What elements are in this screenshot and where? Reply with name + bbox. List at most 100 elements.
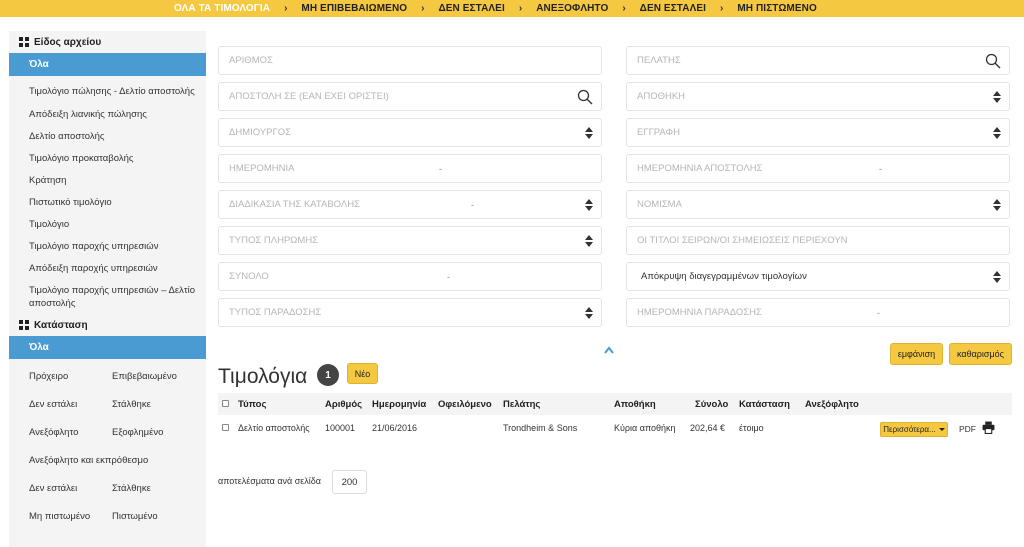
ship-date-range-field[interactable]: ΗΜΕΡΟΜΗΝΙΑ ΑΠΟΣΤΟΛΗΣ - (626, 154, 1010, 183)
row-checkbox[interactable] (222, 424, 229, 431)
search-icon[interactable] (985, 53, 1001, 69)
total-range-placeholder: ΣΥΝΟΛΟ (229, 271, 269, 282)
cell-type: Δελτίο αποστολής (238, 423, 310, 433)
number-input-placeholder: ΑΡΙΘΜΟΣ (229, 55, 273, 66)
page-title: Τιμολόγια (218, 365, 308, 388)
ship-to-input[interactable]: ΑΠΟΣΤΟΛΗ ΣΕ (ΕΑΝ ΕΧΕΙ ΟΡΙΣΤΕΙ) (218, 82, 602, 111)
status-unpaid[interactable]: Ανεξόφλητο (9, 418, 112, 446)
sort-arrows-icon (585, 199, 593, 211)
delivery-date-placeholder: ΗΜΕΡΟΜΗΝΙΑ ΠΑΡΑΔΟΣΗΣ (637, 307, 762, 318)
doc-type-item[interactable]: Τιμολόγιο πώλησης - Δελτίο αποστολής (9, 85, 206, 98)
hide-deleted-select[interactable]: Απόκρυψη διαγεγραμμένων τιμολογίων (626, 262, 1010, 291)
doc-type-all[interactable]: Όλα (9, 53, 206, 76)
col-date[interactable]: Ημερομηνία (372, 399, 426, 410)
ship-date-placeholder: ΗΜΕΡΟΜΗΝΙΑ ΑΠΟΣΤΟΛΗΣ (637, 163, 763, 174)
warehouse-select-placeholder: ΑΠΟΘΗΚΗ (637, 91, 686, 102)
doc-type-item[interactable]: Απόδειξη παροχής υπηρεσιών (9, 262, 206, 275)
number-input[interactable]: ΑΡΙΘΜΟΣ (218, 46, 602, 75)
more-actions-button[interactable]: Περισσότερα... (880, 422, 948, 437)
doc-type-item[interactable]: Τιμολόγιο (9, 218, 206, 231)
status-sent-2[interactable]: Στάλθηκε (112, 474, 206, 502)
doc-type-item[interactable]: Τιμολόγιο προκαταβολής (9, 152, 206, 165)
customer-input[interactable]: ΠΕΛΑΤΗΣ (626, 46, 1010, 75)
sort-arrows-icon (585, 235, 593, 247)
currency-select-placeholder: ΝΟΜΙΣΜΑ (637, 199, 682, 210)
nav-unpaid[interactable]: ΑΝΕΞΟΦΛΗΤΟ (536, 3, 608, 14)
range-separator: - (439, 163, 442, 174)
cell-warehouse: Κύρια αποθήκη (614, 423, 676, 433)
nav-separator: › (284, 3, 288, 14)
ship-to-input-placeholder: ΑΠΟΣΤΟΛΗ ΣΕ (ΕΑΝ ΕΧΕΙ ΟΡΙΣΤΕΙ) (229, 91, 389, 102)
nav-all-invoices[interactable]: ΟΛΑ ΤΑ ΤΙΜΟΛΟΓΙΑ (174, 3, 270, 14)
nav-not-sent-2[interactable]: ΔΕΝ ΕΣΤΑΛΕΙ (640, 3, 706, 14)
sort-arrows-icon (993, 199, 1001, 211)
status-not-credited[interactable]: Μη πιστωμένο (9, 502, 112, 530)
grid-icon (19, 320, 29, 330)
range-separator: - (879, 163, 882, 174)
caret-down-icon (938, 428, 945, 431)
status-not-sent[interactable]: Δεν εστάλει (9, 390, 112, 418)
doc-type-list: Τιμολόγιο πώλησης - Δελτίο αποστολής Από… (9, 85, 206, 310)
count-badge: 1 (317, 364, 339, 386)
per-page-select[interactable]: 200 (332, 470, 367, 494)
doc-type-item[interactable]: Τιμολόγιο παροχής υπηρεσιών (9, 240, 206, 253)
status-unpaid-overdue[interactable]: Ανεξόφλητο και εκπρόθεσμο (9, 446, 206, 474)
nav-separator: › (720, 3, 724, 14)
doc-type-item[interactable]: Τιμολόγιο παροχής υπηρεσιών – Δελτίο απο… (9, 284, 206, 310)
payment-type-select[interactable]: ΤΥΠΟΣ ΠΛΗΡΩΜΗΣ (218, 226, 602, 255)
status-confirmed[interactable]: Επιβεβαιωμένο (112, 362, 206, 390)
nav-unconfirmed[interactable]: ΜΗ ΕΠΙΒΕΒΑΙΩΜΕΝΟ (301, 3, 407, 14)
col-warehouse[interactable]: Αποθήκη (614, 399, 656, 410)
show-button[interactable]: εμφάνιση (890, 343, 943, 365)
delivery-date-range-field[interactable]: ΗΜΕΡΟΜΗΝΙΑ ΠΑΡΑΔΟΣΗΣ - (626, 298, 1010, 327)
chevron-up-icon[interactable] (604, 346, 614, 354)
col-type[interactable]: Τύπος (238, 399, 266, 410)
creator-select-placeholder: ΔΗΜΙΟΥΡΓΟΣ (229, 127, 292, 138)
sort-arrows-icon (585, 127, 593, 139)
clear-button[interactable]: καθαρισμός (949, 343, 1012, 365)
table-row[interactable]: Δελτίο αποστολής 100001 21/06/2016 Trond… (218, 417, 1012, 441)
col-unpaid[interactable]: Ανεξόφλητο (805, 399, 859, 410)
nav-not-credited[interactable]: ΜΗ ΠΙΣΤΩΜΕΝΟ (737, 3, 816, 14)
col-customer[interactable]: Πελάτης (503, 399, 540, 410)
creator-select[interactable]: ΔΗΜΙΟΥΡΓΟΣ (218, 118, 602, 147)
range-separator: - (447, 271, 450, 282)
nav-not-sent[interactable]: ΔΕΝ ΕΣΤΑΛΕΙ (439, 3, 505, 14)
total-range-field[interactable]: ΣΥΝΟΛΟ - (218, 262, 602, 291)
col-owed[interactable]: Οφειλόμενο (438, 399, 492, 410)
table-header: Τύπος Αριθμός Ημερομηνία Οφειλόμενο Πελά… (218, 393, 1012, 415)
delivery-type-placeholder: ΤΥΠΟΣ ΠΑΡΑΔΟΣΗΣ (229, 307, 322, 318)
col-status[interactable]: Κατάσταση (739, 399, 790, 410)
doc-type-item[interactable]: Κράτηση (9, 174, 206, 187)
record-select[interactable]: ΕΓΓΡΑΦΗ (626, 118, 1010, 147)
status-draft[interactable]: Πρόχειρο (9, 362, 112, 390)
new-invoice-button[interactable]: Νέο (347, 363, 378, 384)
status-not-sent-2[interactable]: Δεν εστάλει (9, 474, 112, 502)
titles-notes-input[interactable]: ΟΙ ΤΙΤΛΟΙ ΣΕΙΡΩΝ/ΟΙ ΣΗΜΕΙΩΣΕΙΣ ΠΕΡΙΕΧΟΥΝ (626, 226, 1010, 255)
range-separator: - (877, 307, 880, 318)
status-all[interactable]: Όλα (9, 336, 206, 359)
doc-type-heading: Είδος αρχείου (9, 31, 206, 53)
doc-type-item[interactable]: Πιστωτικό τιμολόγιο (9, 196, 206, 209)
print-icon[interactable] (982, 421, 995, 434)
titles-notes-placeholder: ΟΙ ΤΙΤΛΟΙ ΣΕΙΡΩΝ/ΟΙ ΣΗΜΕΙΩΣΕΙΣ ΠΕΡΙΕΧΟΥΝ (637, 235, 848, 246)
doc-type-item[interactable]: Δελτίο αποστολής (9, 130, 206, 143)
status-credited[interactable]: Πιστωμένο (112, 502, 206, 530)
select-all-checkbox[interactable] (222, 400, 229, 407)
status-heading-label: Κατάσταση (34, 319, 88, 331)
col-number[interactable]: Αριθμός (325, 399, 362, 410)
date-range-field[interactable]: ΗΜΕΡΟΜΗΝΙΑ - (218, 154, 602, 183)
payment-procedure-placeholder: ΔΙΑΔΙΚΑΣΙΑ ΤΗΣ ΚΑΤΑΒΟΛΗΣ (229, 199, 360, 210)
status-paid[interactable]: Εξοφλημένο (112, 418, 206, 446)
payment-procedure-select[interactable]: ΔΙΑΔΙΚΑΣΙΑ ΤΗΣ ΚΑΤΑΒΟΛΗΣ - (218, 190, 602, 219)
delivery-type-select[interactable]: ΤΥΠΟΣ ΠΑΡΑΔΟΣΗΣ (218, 298, 602, 327)
cell-customer[interactable]: Trondheim & Sons (503, 423, 577, 433)
currency-select[interactable]: ΝΟΜΙΣΜΑ (626, 190, 1010, 219)
pdf-link[interactable]: PDF (959, 424, 976, 434)
status-sent[interactable]: Στάλθηκε (112, 390, 206, 418)
sort-arrows-icon (585, 307, 593, 319)
search-icon[interactable] (577, 89, 593, 105)
doc-type-item[interactable]: Απόδειξη λιανικής πώλησης (9, 108, 206, 121)
warehouse-select[interactable]: ΑΠΟΘΗΚΗ (626, 82, 1010, 111)
col-total[interactable]: Σύνολο (695, 399, 728, 410)
